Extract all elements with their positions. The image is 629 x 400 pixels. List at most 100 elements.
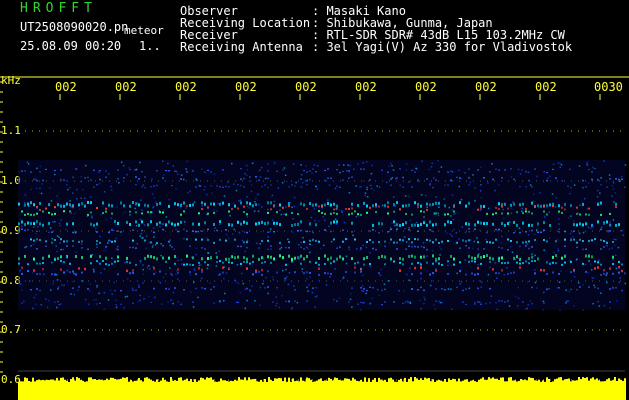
spectrum-trace [432,262,434,265]
noise-bar [298,381,300,400]
spectrum-trace [96,240,98,243]
noise-dot [294,300,296,302]
spectrum-trace [426,248,428,251]
spectrum-trace [369,230,371,232]
noise-dot [145,247,147,250]
noise-dot [577,212,579,214]
noise-dot [28,280,31,282]
noise-dot [272,278,275,281]
noise-bar [424,377,426,400]
spectrum-trace [486,254,488,257]
noise-bar [264,379,266,400]
noise-dot [218,274,220,276]
spectrum-trace [528,257,530,260]
noise-dot [474,200,476,202]
spectrum-trace [588,213,590,216]
noise-dot [440,248,442,250]
noise-dot [451,235,453,237]
spectrum-trace [423,289,425,292]
spectrum-trace [246,231,248,234]
spectrum-trace [33,257,35,261]
spectrum-trace [171,185,173,187]
spectrum-trace [216,185,218,187]
noise-dot [529,300,532,302]
noise-dot [458,238,460,240]
spectrum-trace [420,266,422,269]
spectrum-trace [18,179,20,181]
noise-dot [138,284,140,286]
noise-bar [208,378,210,400]
noise-bar [468,381,470,400]
spectrum-trace [531,201,533,205]
noise-dot [435,203,437,205]
noise-dot [614,192,616,194]
spectrum-trace [372,287,374,289]
noise-dot [65,180,68,182]
spectrum-trace [51,231,53,233]
noise-bar [434,382,436,400]
spectrum-trace [483,222,485,226]
noise-dot [509,246,512,248]
noise-dot [610,224,612,226]
spectrum-trace [249,202,251,206]
noise-dot [300,174,303,176]
spectrum-trace [126,256,128,260]
noise-dot [330,240,333,243]
spectrum-trace [243,205,245,208]
spectrum-trace [306,179,308,182]
spectrum-trace [192,230,194,232]
spectrum-trace [435,288,437,290]
spectrum-trace [39,273,41,276]
noise-dot [319,247,322,250]
spectrum-trace [507,238,509,241]
noise-dot [480,196,483,199]
noise-dot [115,237,117,240]
noise-dot [557,162,560,164]
spectrum-trace [267,211,269,214]
spectrum-trace [480,255,482,259]
noise-dot [203,229,205,231]
noise-dot [450,264,452,267]
noise-dot [478,229,481,231]
noise-bar [494,378,496,400]
spectrum-trace [510,272,512,275]
spectrum-trace [333,208,335,211]
spectrum-trace [246,221,248,225]
noise-dot [33,296,35,299]
spectrum-trace [405,213,407,215]
noise-bar [408,378,410,400]
spectrum-trace [306,230,308,233]
noise-dot [103,249,105,251]
spectrum-trace [420,286,422,289]
noise-dot [124,211,126,214]
spectrum-trace [426,223,428,227]
noise-dot [556,287,558,289]
noise-bar [256,381,258,400]
noise-dot [316,295,318,297]
spectrum-trace [87,248,89,251]
spectrum-trace [63,261,65,264]
noise-dot [408,226,410,229]
noise-dot [527,281,529,283]
noise-bar [396,381,398,400]
noise-dot [69,200,71,202]
noise-dot [179,207,181,209]
noise-bar [432,379,434,400]
spectrum-trace [528,240,530,243]
spectrum-trace [615,223,617,227]
noise-bar [124,377,126,400]
noise-dot [613,238,615,240]
spectrum-trace [426,238,428,241]
spectrum-trace [540,231,542,233]
spectrum-trace [300,229,302,232]
spectrum-trace [438,257,440,261]
spectrum-trace [381,289,383,292]
spectrum-trace [417,246,419,248]
noise-bar [310,379,312,400]
spectrum-trace [198,261,200,264]
noise-dot [111,257,113,259]
noise-dot [36,207,38,209]
noise-dot [18,171,20,173]
spectrum-trace [423,303,425,305]
spectrum-trace [537,222,539,226]
